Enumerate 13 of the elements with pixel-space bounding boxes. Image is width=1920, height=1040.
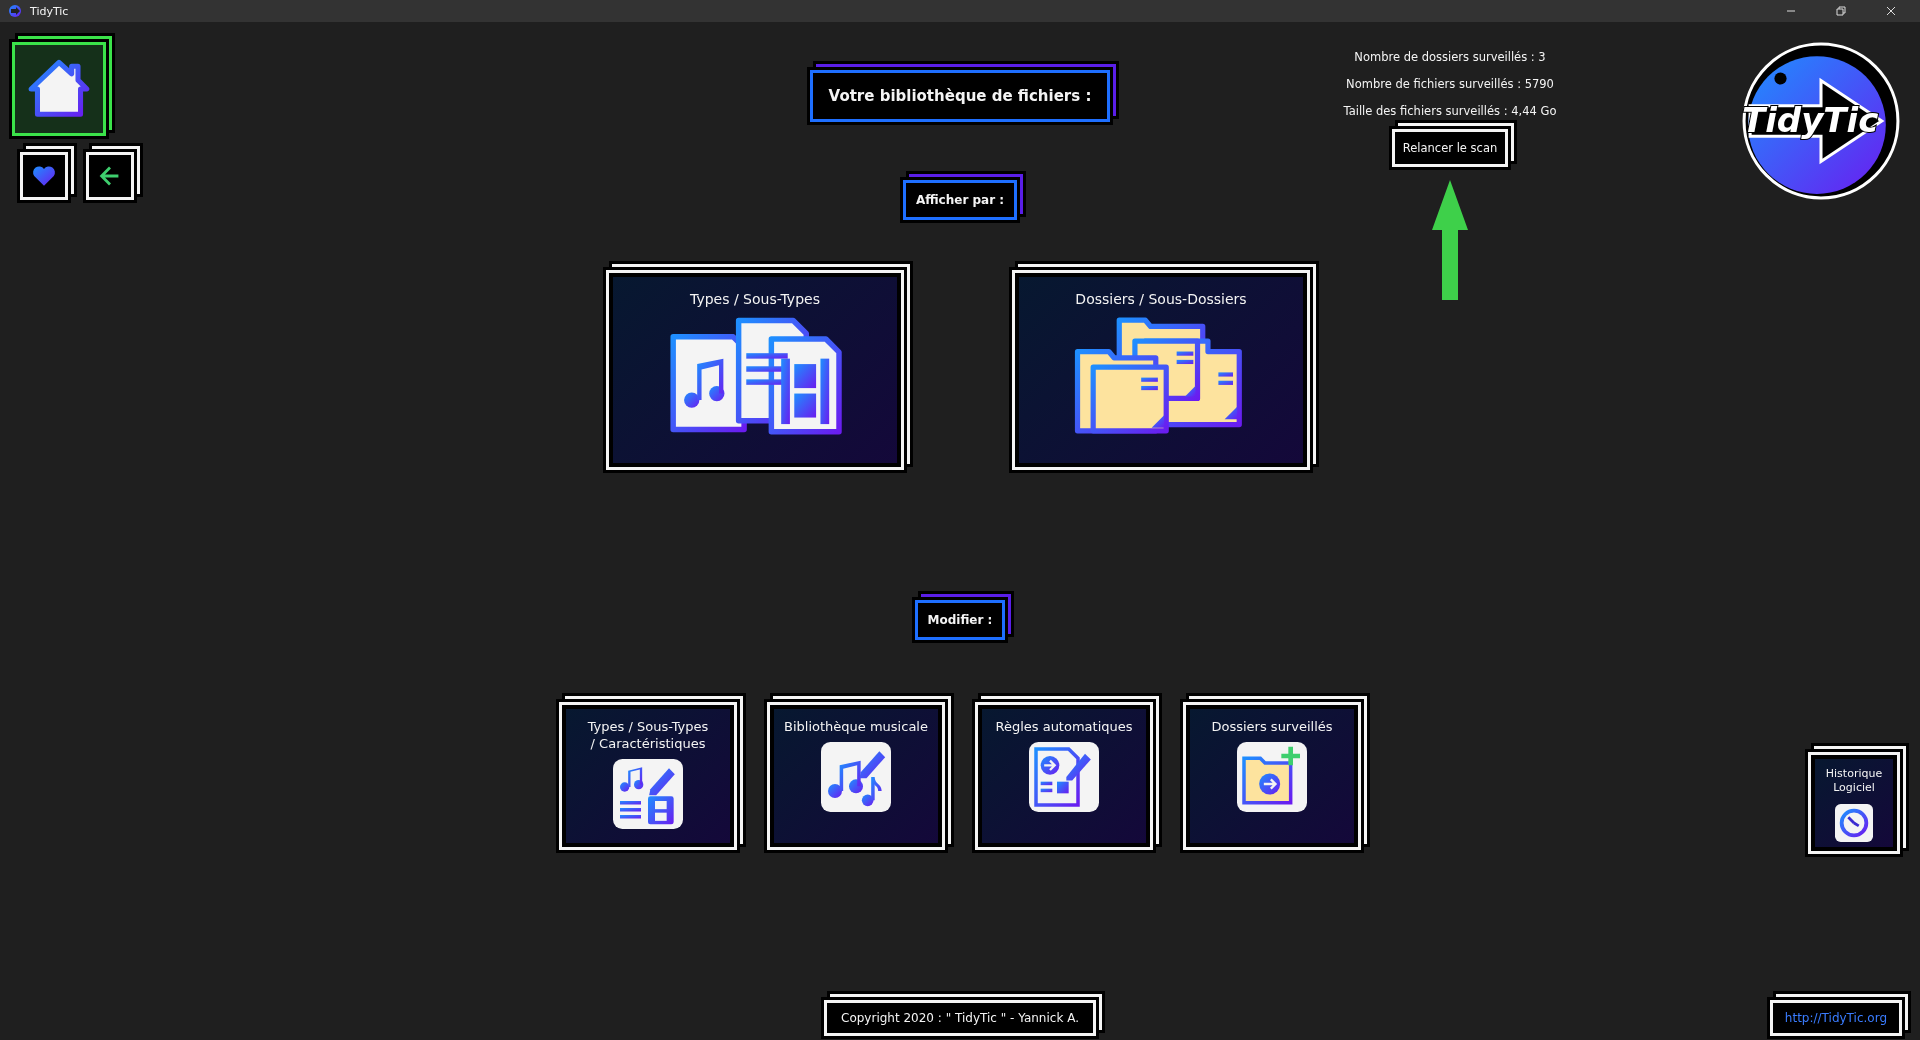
music-film-edit-icon xyxy=(613,758,683,829)
up-arrow-icon xyxy=(1430,180,1470,300)
document-edit-icon xyxy=(1029,741,1099,812)
stat-text: Taille des fichiers surveillés : 4,44 Go xyxy=(1343,104,1557,118)
close-icon[interactable] xyxy=(1886,6,1896,16)
clock-icon xyxy=(1835,803,1873,842)
restore-icon[interactable] xyxy=(1836,6,1846,16)
window-title: TidyTic xyxy=(30,4,69,18)
folder-add-icon xyxy=(1237,741,1307,812)
stat-text: Nombre de dossiers surveillés : 3 xyxy=(1354,50,1546,64)
stat-text: Nombre de fichiers surveillés : 5790 xyxy=(1346,77,1554,91)
app-icon xyxy=(8,4,22,18)
music-edit-icon xyxy=(821,741,891,812)
